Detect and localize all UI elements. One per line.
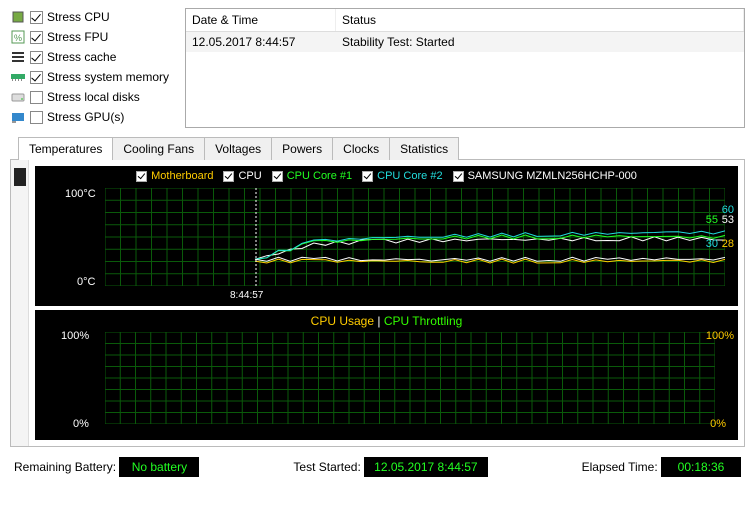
legend-label: Motherboard bbox=[151, 170, 213, 182]
cpu-usage-label: CPU Usage bbox=[311, 314, 374, 328]
option-label: Stress GPU(s) bbox=[47, 110, 124, 124]
chart2-grid bbox=[105, 332, 715, 424]
legend-item[interactable]: CPU Core #1 bbox=[272, 170, 352, 182]
gpu-icon bbox=[10, 109, 26, 125]
series-current-value: 53 bbox=[722, 214, 734, 226]
checkbox[interactable] bbox=[30, 71, 43, 84]
tab-bar: TemperaturesCooling FansVoltagesPowersCl… bbox=[18, 137, 755, 160]
option-label: Stress cache bbox=[47, 50, 116, 64]
checkbox[interactable] bbox=[30, 111, 43, 124]
time-marker-line bbox=[255, 188, 257, 288]
event-log-table: Date & Time Status 12.05.2017 8:44:57Sta… bbox=[185, 8, 745, 128]
cell-date: 12.05.2017 8:44:57 bbox=[186, 32, 336, 52]
started-value: 12.05.2017 8:44:57 bbox=[364, 457, 487, 477]
battery-label: Remaining Battery: bbox=[14, 460, 116, 474]
y-left-max: 100% bbox=[61, 330, 89, 342]
cpu-throttling-label: CPU Throttling bbox=[384, 314, 462, 328]
chart2-title: CPU Usage | CPU Throttling bbox=[35, 310, 738, 332]
legend-checkbox[interactable] bbox=[272, 171, 283, 182]
cpu-icon bbox=[10, 9, 26, 25]
legend-item[interactable]: Motherboard bbox=[136, 170, 213, 182]
chart-legend: Motherboard CPU CPU Core #1 CPU Core #2 SAMS… bbox=[35, 166, 738, 186]
tab-powers[interactable]: Powers bbox=[271, 137, 333, 160]
y-right-min: 0% bbox=[710, 418, 726, 430]
col-status[interactable]: Status bbox=[336, 9, 744, 31]
tab-cooling-fans[interactable]: Cooling Fans bbox=[112, 137, 205, 160]
cache-icon bbox=[10, 49, 26, 65]
checkbox[interactable] bbox=[30, 11, 43, 24]
option-label: Stress CPU bbox=[47, 10, 110, 24]
legend-item[interactable]: CPU Core #2 bbox=[362, 170, 442, 182]
started-label: Test Started: bbox=[293, 460, 360, 474]
temperature-chart: Motherboard CPU CPU Core #1 CPU Core #2 SAMS… bbox=[35, 166, 738, 306]
option-label: Stress FPU bbox=[47, 30, 108, 44]
cpu-usage-chart: CPU Usage | CPU Throttling 100% 0% 100% … bbox=[35, 310, 738, 440]
checkbox[interactable] bbox=[30, 31, 43, 44]
tab-statistics[interactable]: Statistics bbox=[389, 137, 459, 160]
series-current-value: 30 bbox=[706, 238, 718, 250]
y-left-min: 0% bbox=[73, 418, 89, 430]
stress-option: % Stress FPU bbox=[10, 28, 175, 46]
elapsed-value: 00:18:36 bbox=[661, 457, 741, 477]
svg-text:%: % bbox=[14, 33, 22, 43]
legend-label: CPU bbox=[238, 170, 261, 182]
memory-icon bbox=[10, 69, 26, 85]
legend-item[interactable]: CPU bbox=[223, 170, 261, 182]
legend-checkbox[interactable] bbox=[223, 171, 234, 182]
table-header: Date & Time Status bbox=[186, 9, 744, 32]
option-label: Stress local disks bbox=[47, 90, 140, 104]
table-body: 12.05.2017 8:44:57Stability Test: Starte… bbox=[186, 32, 744, 122]
stress-option: Stress cache bbox=[10, 48, 175, 66]
checkbox[interactable] bbox=[30, 51, 43, 64]
tab-voltages[interactable]: Voltages bbox=[204, 137, 272, 160]
series-current-value: 55 bbox=[706, 214, 718, 226]
y-right-max: 100% bbox=[706, 330, 734, 342]
chart-panel: Motherboard CPU CPU Core #1 CPU Core #2 SAMS… bbox=[10, 159, 745, 447]
x-axis-marker: 8:44:57 bbox=[230, 290, 263, 301]
elapsed-label: Elapsed Time: bbox=[582, 460, 658, 474]
y-axis-max: 100°C bbox=[65, 188, 96, 200]
legend-label: SAMSUNG MZMLN256HCHP-000 bbox=[468, 170, 637, 182]
disk-icon bbox=[10, 89, 26, 105]
checkbox[interactable] bbox=[30, 91, 43, 104]
top-panel: Stress CPU% Stress FPU Stress cache Stress … bbox=[0, 0, 755, 128]
legend-checkbox[interactable] bbox=[362, 171, 373, 182]
fpu-icon: % bbox=[10, 29, 26, 45]
chart-lines bbox=[105, 188, 725, 286]
stress-option: Stress system memory bbox=[10, 68, 175, 86]
legend-label: CPU Core #2 bbox=[377, 170, 442, 182]
stress-option: Stress local disks bbox=[10, 88, 175, 106]
table-row[interactable]: 12.05.2017 8:44:57Stability Test: Starte… bbox=[186, 32, 744, 52]
legend-checkbox[interactable] bbox=[136, 171, 147, 182]
status-bar: Remaining Battery: No battery Test Start… bbox=[0, 447, 755, 487]
col-date[interactable]: Date & Time bbox=[186, 9, 336, 31]
cell-status: Stability Test: Started bbox=[336, 32, 744, 52]
legend-item[interactable]: SAMSUNG MZMLN256HCHP-000 bbox=[453, 170, 637, 182]
tab-clocks[interactable]: Clocks bbox=[332, 137, 390, 160]
chart-sidebar[interactable] bbox=[11, 160, 29, 446]
battery-value: No battery bbox=[119, 457, 199, 477]
option-label: Stress system memory bbox=[47, 70, 169, 84]
tab-temperatures[interactable]: Temperatures bbox=[18, 137, 113, 160]
series-current-value: 28 bbox=[722, 238, 734, 250]
legend-label: CPU Core #1 bbox=[287, 170, 352, 182]
stress-option: Stress GPU(s) bbox=[10, 108, 175, 126]
stress-option: Stress CPU bbox=[10, 8, 175, 26]
y-axis-min: 0°C bbox=[77, 276, 95, 288]
stress-options-list: Stress CPU% Stress FPU Stress cache Stress … bbox=[10, 8, 175, 128]
legend-checkbox[interactable] bbox=[453, 171, 464, 182]
